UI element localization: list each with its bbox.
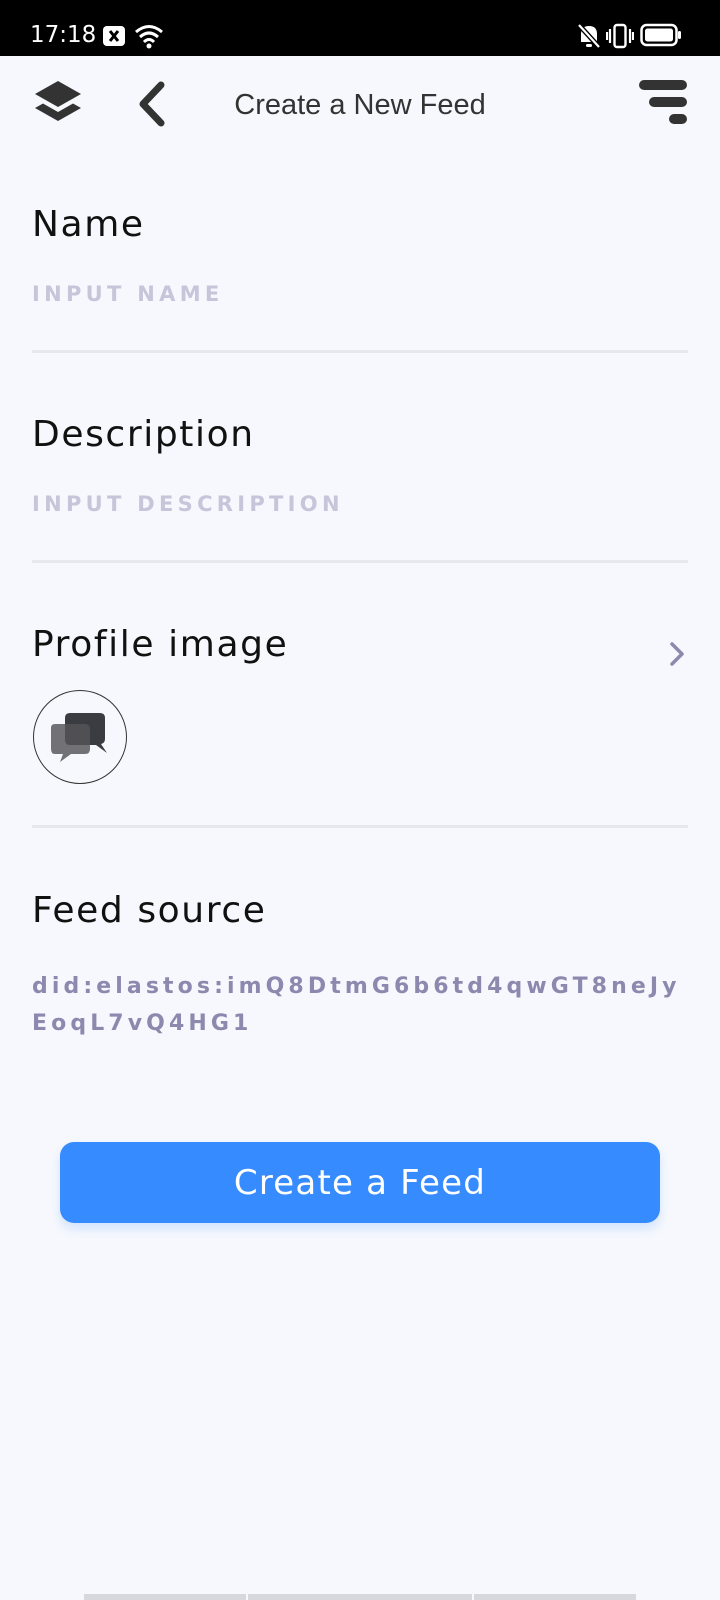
nav-hint-right — [474, 1594, 636, 1600]
profile-image-avatar[interactable] — [33, 690, 127, 784]
mute-icon — [577, 23, 601, 49]
vibrate-icon — [606, 23, 634, 49]
feed-source-label: Feed source — [32, 890, 267, 931]
notification-x-icon — [103, 26, 125, 46]
wifi-icon — [135, 25, 163, 49]
chevron-right-icon[interactable] — [666, 638, 690, 670]
status-bar: 17:18 — [0, 0, 720, 56]
profile-image-divider — [32, 825, 688, 828]
nav-hint-center — [248, 1594, 472, 1600]
status-time: 17:18 — [30, 22, 97, 48]
profile-image-label: Profile image — [32, 624, 289, 665]
battery-icon — [640, 23, 681, 47]
description-input[interactable] — [32, 486, 672, 522]
feed-source-value: did:elastos:imQ8DtmG6b6td4qwGT8neJyEoqL7… — [32, 974, 681, 1036]
create-feed-button[interactable]: Create a Feed — [60, 1142, 660, 1223]
description-label: Description — [32, 414, 255, 455]
page-title: Create a New Feed — [234, 89, 486, 121]
name-input[interactable] — [32, 276, 672, 312]
nav-hint-left — [84, 1594, 246, 1600]
name-divider — [32, 350, 688, 353]
name-label: Name — [32, 204, 145, 245]
description-divider — [32, 560, 688, 563]
chat-bubbles-icon — [51, 713, 107, 762]
